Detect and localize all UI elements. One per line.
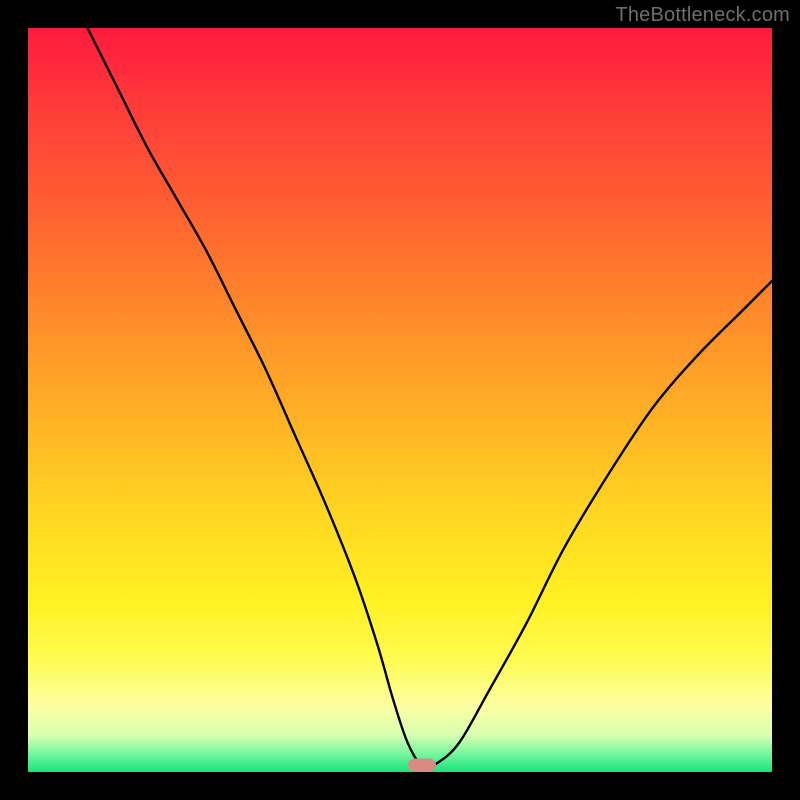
chart-frame: TheBottleneck.com [0, 0, 800, 800]
plot-area [28, 28, 772, 772]
optimal-marker [408, 758, 436, 771]
bottleneck-curve [28, 28, 772, 772]
watermark-text: TheBottleneck.com [615, 4, 790, 27]
